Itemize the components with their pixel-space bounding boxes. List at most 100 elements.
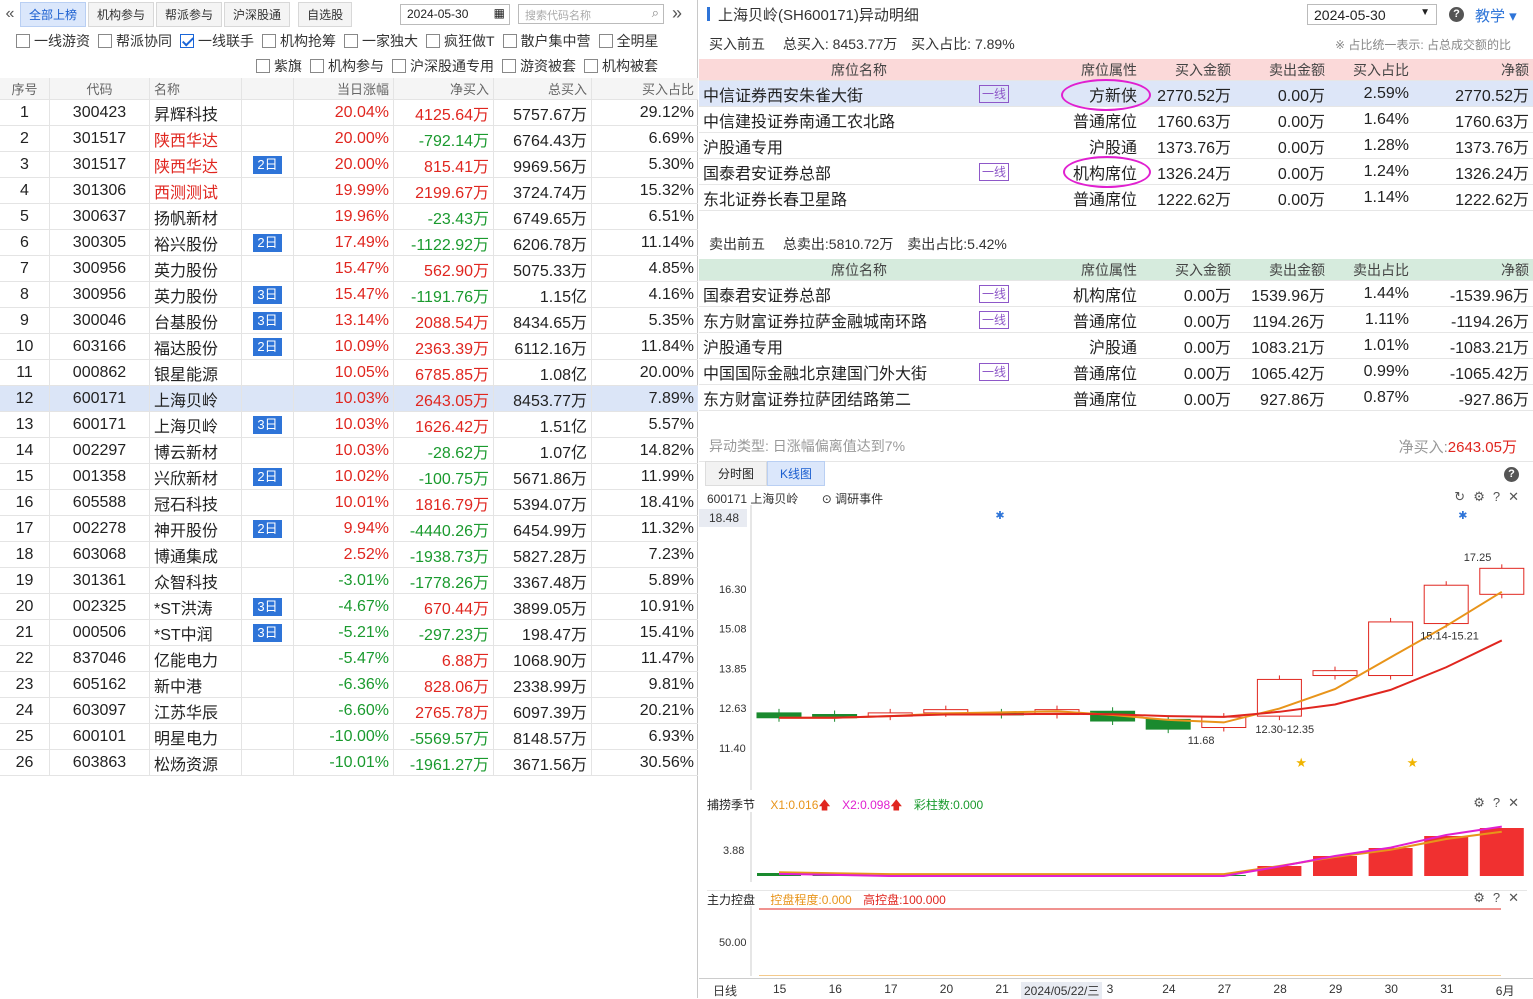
gear-icon[interactable]: ⚙ [1473, 890, 1493, 905]
table-row[interactable]: 3 301517 陕西华达 2日 20.00% 815.41万 9969.56万 5.30% [0, 152, 698, 178]
seat-name[interactable]: 东方财富证券拉萨团结路第二 [703, 386, 911, 410]
table-row[interactable]: 8 300956 英力股份 3日 15.47% -1191.76万 1.15亿 4.16% [0, 282, 698, 308]
table-row[interactable]: 12 600171 上海贝岭 10.03% 2643.05万 8453.77万 7.89% [0, 386, 698, 412]
table-row[interactable]: 1 300423 昇辉科技 20.04% 4125.64万 5757.67万 29.12% [0, 100, 698, 126]
table-row[interactable]: 25 600101 明星电力 -10.00% -5569.57万 8148.57万 6.93… [0, 724, 698, 750]
seat-name[interactable]: 中信建投证券南通工农北路 [703, 108, 895, 132]
checkbox[interactable] [98, 34, 112, 48]
checkbox[interactable] [310, 59, 324, 73]
checkbox[interactable] [598, 34, 613, 48]
seat-name[interactable]: 国泰君安证券总部 [703, 160, 831, 184]
seat-row[interactable]: 东方财富证券拉萨金融城南环路 一线 普通席位 0.00万 1194.26万 1.11% -1… [699, 307, 1533, 333]
help-small-icon[interactable]: ? [1493, 489, 1508, 504]
tab-intraday[interactable]: 分时图 [705, 461, 768, 486]
tab-institution[interactable]: 机构参与 [88, 1, 155, 27]
header-total-buy[interactable]: 总买入 [494, 78, 592, 99]
tab-kline[interactable]: K线图 [767, 461, 826, 486]
table-row[interactable]: 17 002278 神开股份 2日 9.94% -4440.26万 6454.99万 11.3… [0, 516, 698, 542]
filter-filters1-5[interactable]: 疯狂做T [426, 31, 495, 51]
refresh-icon[interactable]: ↻ [1454, 489, 1473, 504]
table-row[interactable]: 9 300046 台基股份 3日 13.14% 2088.54万 8434.65万 5.35% [0, 308, 698, 334]
filter-filters1-2[interactable]: 一线联手 [180, 31, 254, 51]
table-row[interactable]: 22 837046 亿能电力 -5.47% 6.88万 1068.90万 11.47% [0, 646, 698, 672]
tab-all[interactable]: 全部上榜 [20, 1, 87, 27]
filter-filters1-6[interactable]: 散户集中营 [502, 31, 591, 51]
checkbox[interactable] [344, 34, 358, 48]
tab-watchlist[interactable]: 自选股 [298, 1, 353, 27]
table-row[interactable]: 14 002297 博云新材 10.03% -28.62万 1.07亿 14.82% [0, 438, 698, 464]
table-row[interactable]: 5 300637 扬帆新材 19.96% -23.43万 6749.65万 6.51% [0, 204, 698, 230]
chart-help-icon[interactable]: ? [1504, 467, 1519, 482]
seat-row[interactable]: 国泰君安证券总部 一线 机构席位 0.00万 1539.96万 1.44% -1539.96… [699, 281, 1533, 307]
seat-name[interactable]: 沪股通专用 [703, 334, 783, 358]
table-row[interactable]: 16 605588 冠石科技 10.01% 1816.79万 5394.07万 18.41% [0, 490, 698, 516]
kline-chart[interactable]: 18.48 16.30 15.08 13.85 12.63 11.40 17.25 15.14… [699, 505, 1533, 795]
table-row[interactable]: 21 000506 *ST中润 3日 -5.21% -297.23万 198.47万 15.4… [0, 620, 698, 646]
checkbox[interactable] [584, 59, 598, 73]
filter-filters1-0[interactable]: 一线游资 [16, 31, 90, 51]
event-toggle[interactable]: ⊙ 调研事件 [822, 492, 883, 506]
header-buy-ratio[interactable]: 买入占比 [592, 78, 698, 99]
seat-row[interactable]: 东北证券长春卫星路 普通席位 1222.62万 0.00万 1.14% 1222.62万 [699, 185, 1533, 211]
help-icon[interactable]: ? [1449, 7, 1464, 22]
header-tag[interactable] [242, 78, 294, 99]
filter-filters1-1[interactable]: 帮派协同 [98, 31, 172, 51]
table-row[interactable]: 15 001358 兴欣新材 2日 10.02% -100.75万 5671.86万 11.9… [0, 464, 698, 490]
checkbox[interactable] [392, 59, 406, 73]
checkbox[interactable] [502, 59, 516, 73]
seat-row[interactable]: 东方财富证券拉萨团结路第二 普通席位 0.00万 927.86万 0.87% -927.8… [699, 385, 1533, 411]
collapse-left-icon[interactable]: « [0, 5, 20, 23]
teach-link[interactable]: 教学 ▾ [1475, 5, 1517, 26]
table-row[interactable]: 6 300305 裕兴股份 2日 17.49% -1122.92万 6206.78万 11.1… [0, 230, 698, 256]
checkbox[interactable] [426, 34, 440, 48]
table-row[interactable]: 26 603863 松炀资源 -10.01% -1961.27万 3671.56万 30.5… [0, 750, 698, 776]
table-row[interactable]: 18 603068 博通集成 2.52% -1938.73万 5827.28万 7.23% [0, 542, 698, 568]
header-code[interactable]: 代码 [50, 78, 150, 99]
header-index[interactable]: 序号 [0, 78, 50, 99]
filter-filters2-0[interactable]: 紫旗 [256, 56, 302, 76]
filter-filters1-3[interactable]: 机构抢筹 [262, 31, 336, 51]
table-row[interactable]: 24 603097 江苏华辰 -6.60% 2765.78万 6097.39万 20.21% [0, 698, 698, 724]
close-icon[interactable]: ✕ [1508, 795, 1527, 810]
seat-name[interactable]: 国泰君安证券总部 [703, 282, 831, 306]
table-row[interactable]: 11 000862 银星能源 10.05% 6785.85万 1.08亿 20.00% [0, 360, 698, 386]
checkbox[interactable] [502, 34, 517, 48]
checkbox[interactable] [256, 59, 270, 73]
seat-row[interactable]: 沪股通专用 沪股通 1373.76万 0.00万 1.28% 1373.76万 [699, 133, 1533, 159]
right-date-select[interactable]: 2024-05-30 ▼ [1307, 4, 1437, 25]
filter-filters2-1[interactable]: 机构参与 [310, 56, 384, 76]
close-icon[interactable]: ✕ [1508, 489, 1527, 504]
left-date-picker[interactable]: 2024-05-30 ▦ [400, 4, 510, 25]
table-row[interactable]: 4 301306 西测测试 19.99% 2199.67万 3724.74万 15.32% [0, 178, 698, 204]
table-row[interactable]: 7 300956 英力股份 15.47% 562.90万 5075.33万 4.85% [0, 256, 698, 282]
header-name[interactable]: 名称 [150, 78, 242, 99]
help-small-icon[interactable]: ? [1493, 890, 1508, 905]
checkbox[interactable] [180, 34, 194, 48]
help-small-icon[interactable]: ? [1493, 795, 1508, 810]
table-row[interactable]: 13 600171 上海贝岭 3日 10.03% 1626.42万 1.51亿 5.57% [0, 412, 698, 438]
close-icon[interactable]: ✕ [1508, 890, 1527, 905]
table-row[interactable]: 10 603166 福达股份 2日 10.09% 2363.39万 6112.16万 11.8… [0, 334, 698, 360]
filter-filters2-4[interactable]: 机构被套 [584, 56, 658, 76]
filter-filters1-7[interactable]: 全明星 [598, 31, 659, 51]
search-input[interactable]: 搜索代码名称 ⌕ [518, 4, 664, 24]
search-icon[interactable]: ⌕ [652, 5, 659, 21]
seat-name[interactable]: 沪股通专用 [703, 134, 783, 158]
tab-hk-connect[interactable]: 沪深股通 [224, 1, 291, 27]
table-row[interactable]: 20 002325 *ST洪涛 3日 -4.67% 670.44万 3899.05万 10.9… [0, 594, 698, 620]
expand-right-icon[interactable]: » [672, 3, 682, 24]
seat-row[interactable]: 沪股通专用 沪股通 0.00万 1083.21万 1.01% -1083.21万 [699, 333, 1533, 359]
seat-name[interactable]: 中国国际金融北京建国门外大街 [703, 360, 927, 384]
gear-icon[interactable]: ⚙ [1473, 795, 1493, 810]
table-row[interactable]: 19 301361 众智科技 -3.01% -1778.26万 3367.48万 5.89% [0, 568, 698, 594]
header-change[interactable]: 当日涨幅 [294, 78, 394, 99]
seat-name[interactable]: 东方财富证券拉萨金融城南环路 [703, 308, 927, 332]
checkbox[interactable] [262, 34, 276, 48]
table-row[interactable]: 23 605162 新中港 -6.36% 828.06万 2338.99万 9.81% [0, 672, 698, 698]
checkbox[interactable] [16, 34, 30, 48]
filter-filters2-2[interactable]: 沪深股通专用 [392, 56, 494, 76]
seat-name[interactable]: 东北证券长春卫星路 [703, 186, 847, 210]
table-row[interactable]: 2 301517 陕西华达 20.00% -792.14万 6764.43万 6.69% [0, 126, 698, 152]
gear-icon[interactable]: ⚙ [1473, 489, 1493, 504]
filter-filters2-3[interactable]: 游资被套 [502, 56, 576, 76]
